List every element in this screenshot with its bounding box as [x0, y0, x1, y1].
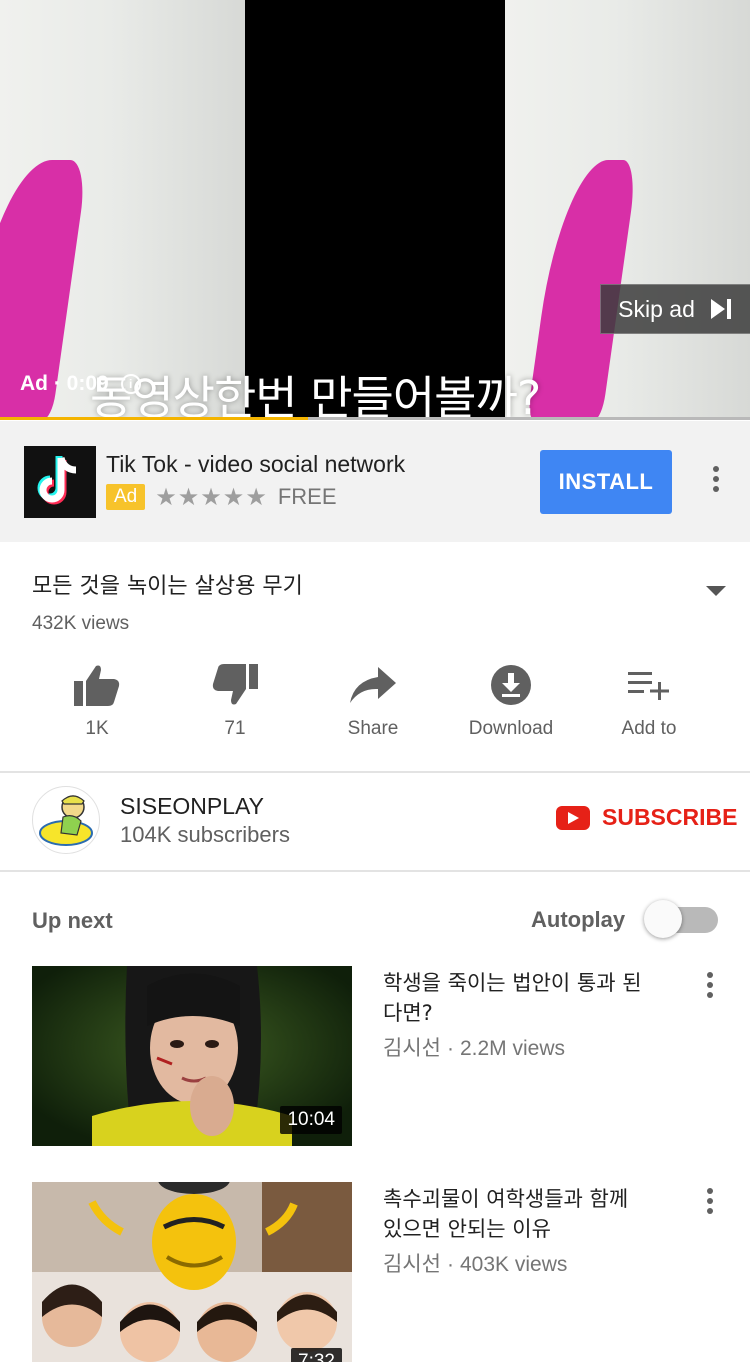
recommended-video-views: 403K views [459, 1253, 568, 1276]
subscribe-button[interactable]: SUBSCRIBE [556, 804, 737, 831]
ad-price: FREE [277, 484, 337, 509]
ad-more-options-icon[interactable] [711, 466, 721, 492]
skip-ad-button[interactable]: Skip ad [600, 284, 750, 334]
video-thumbnail[interactable]: 10:04 [32, 966, 352, 1146]
subscriber-count: 104K subscribers [120, 822, 290, 847]
divider [0, 771, 750, 773]
ad-badge: Ad [106, 484, 146, 510]
recommended-video-views: 2.2M views [459, 1037, 565, 1060]
video-thumbnail[interactable]: 7:32 [32, 1182, 352, 1362]
recommended-video-channel: 김시선 [383, 1253, 441, 1276]
recommended-video-meta: 김시선 · 403K views [383, 1248, 567, 1278]
video-actions: 1K 71 Share Download Add to [28, 660, 728, 750]
video-duration: 7:32 [291, 1348, 342, 1362]
dislike-count: 71 [224, 718, 246, 739]
ad-progress-fill [0, 417, 308, 420]
video-title[interactable]: 모든 것을 녹이는 살상용 무기 [32, 568, 303, 600]
video-frame-center [245, 0, 505, 420]
like-button[interactable]: 1K [28, 660, 166, 740]
recommended-video-meta: 김시선 · 2.2M views [383, 1032, 565, 1062]
share-label: Share [347, 718, 399, 739]
meta-separator: · [446, 1037, 454, 1060]
thumbs-up-icon [74, 665, 120, 706]
recommended-video[interactable]: 7:32 촉수괴물이 여학생들과 함께 있으면 안되는 이유 김시선 · 403K … [0, 1182, 750, 1372]
autoplay-label: Autoplay [531, 907, 626, 932]
download-label: Download [468, 718, 554, 739]
autoplay-toggle-knob [644, 900, 682, 938]
autoplay-toggle[interactable] [644, 900, 718, 938]
add-to-button[interactable]: Add to [580, 660, 718, 740]
video-subtitle: 동영상한번 만들어볼까? [90, 371, 541, 420]
recommended-video-channel: 김시선 [383, 1037, 441, 1060]
recommended-video-title[interactable]: 학생을 죽이는 법안이 통과 된다면? [383, 968, 653, 1028]
thumbs-down-icon [212, 664, 258, 705]
share-icon [350, 667, 396, 703]
expand-description-icon[interactable] [706, 586, 726, 596]
add-to-label: Add to [621, 718, 677, 739]
rating-stars: ★★★★★ [155, 483, 268, 511]
subscribe-label: SUBSCRIBE [602, 804, 738, 830]
channel-avatar[interactable] [32, 786, 100, 854]
recommended-video-title[interactable]: 촉수괴물이 여학생들과 함께 있으면 안되는 이유 [383, 1184, 653, 1244]
download-button[interactable]: Download [442, 660, 580, 740]
video-duration: 10:04 [280, 1106, 342, 1134]
install-button[interactable]: INSTALL [540, 450, 672, 514]
ad-timer: Ad · 0:09 i [20, 372, 141, 396]
ad-timer-label: Ad · 0:09 [20, 372, 109, 395]
promoted-app-card[interactable]: Tik Tok - video social network Ad ★★★★★ … [0, 421, 750, 542]
tiktok-logo-icon[interactable] [24, 446, 96, 518]
info-icon[interactable]: i [120, 374, 141, 394]
video-more-options-icon[interactable] [705, 972, 715, 998]
meta-separator: · [446, 1253, 454, 1276]
ad-app-name[interactable]: Tik Tok - video social network [106, 451, 405, 478]
like-count: 1K [85, 718, 109, 739]
skip-next-icon [710, 299, 731, 319]
up-next-heading: Up next [32, 908, 113, 933]
video-more-options-icon[interactable] [705, 1188, 715, 1214]
share-button[interactable]: Share [304, 660, 442, 740]
download-icon [491, 665, 531, 705]
skip-ad-label: Skip ad [618, 295, 695, 322]
youtube-logo-icon [556, 805, 590, 830]
divider [0, 870, 750, 872]
ad-progress-bar [0, 417, 750, 420]
add-to-playlist-icon [628, 672, 669, 700]
view-count: 432K views [32, 613, 130, 634]
channel-name[interactable]: SISEONPLAY [120, 793, 264, 820]
video-player[interactable]: 동영상한번 만들어볼까? Ad · 0:09 i Skip ad [0, 0, 750, 420]
recommended-video[interactable]: 10:04 학생을 죽이는 법안이 통과 된다면? 김시선 · 2.2M views [0, 966, 750, 1156]
ad-meta: Ad ★★★★★ FREE [106, 483, 337, 511]
dislike-button[interactable]: 71 [166, 660, 304, 740]
